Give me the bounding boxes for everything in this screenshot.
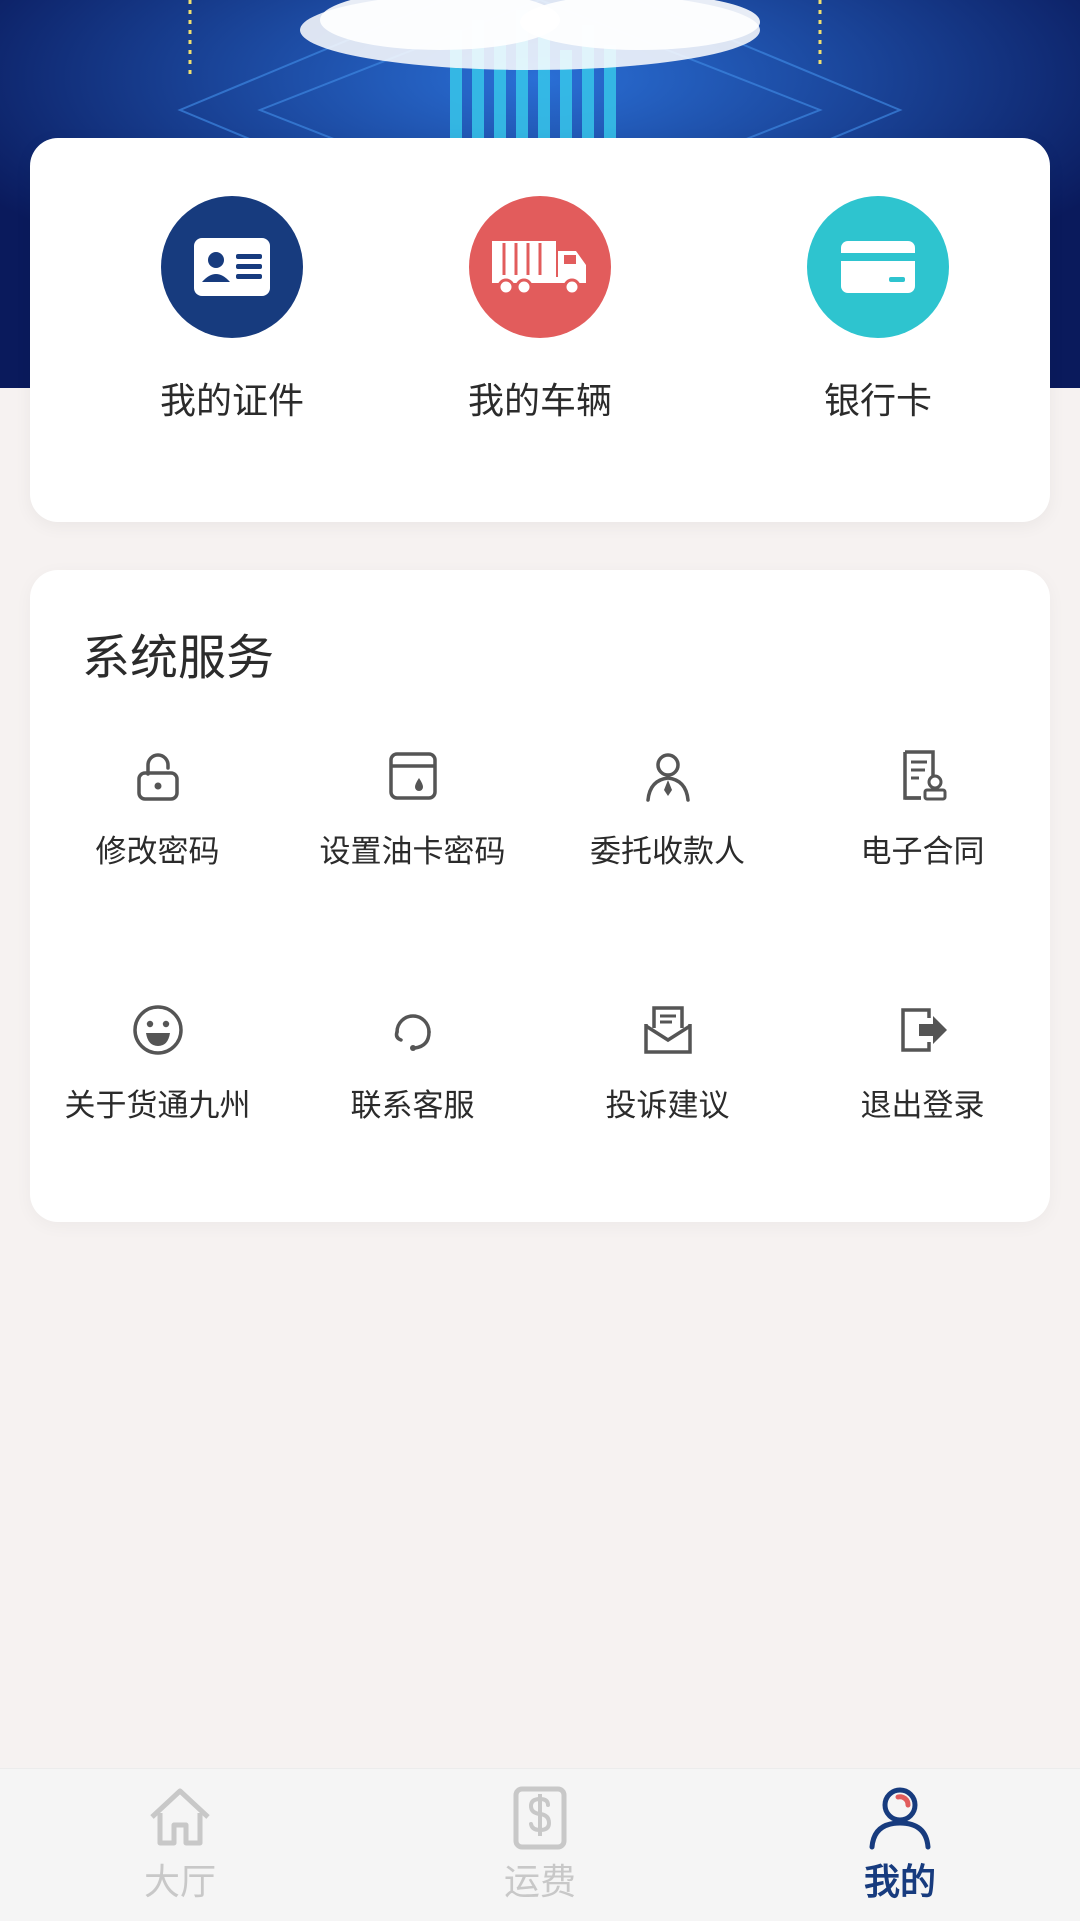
user-icon	[869, 1787, 931, 1850]
truck-icon	[469, 196, 611, 338]
quick-action-bank-card[interactable]: 银行卡	[758, 196, 998, 424]
section-title: 系统服务	[82, 630, 275, 686]
person-tie-icon	[645, 753, 690, 802]
contract-icon	[902, 750, 946, 801]
service-label: 投诉建议	[605, 1088, 730, 1124]
tab-freight[interactable]: 运费	[440, 1783, 640, 1905]
fuel-card-icon	[388, 752, 437, 800]
quick-action-label: 我的车辆	[467, 381, 612, 422]
quick-action-label: 银行卡	[823, 381, 932, 422]
smiley-icon	[132, 1005, 183, 1055]
service-label: 设置油卡密码	[319, 834, 506, 870]
service-e-contract[interactable]: 电子合同	[795, 748, 1050, 871]
quick-action-my-documents[interactable]: 我的证件	[112, 196, 352, 424]
tab-hall[interactable]: 大厅	[80, 1783, 280, 1905]
service-entrusted-payee[interactable]: 委托收款人	[540, 748, 795, 871]
freight-fee-icon	[513, 1786, 567, 1850]
tab-label: 我的	[863, 1862, 936, 1903]
mail-open-icon	[643, 1006, 692, 1054]
service-logout[interactable]: 退出登录	[795, 1002, 1050, 1125]
quick-action-my-vehicles[interactable]: 我的车辆	[420, 196, 660, 424]
tab-mine[interactable]: 我的	[800, 1783, 1000, 1905]
service-label: 退出登录	[860, 1088, 985, 1124]
quick-actions-card: 我的证件 我的车辆 银行卡	[30, 138, 1050, 522]
service-label: 电子合同	[860, 834, 985, 870]
tab-label: 大厅	[143, 1862, 216, 1903]
service-contact-support[interactable]: 联系客服	[285, 1002, 540, 1125]
service-label: 联系客服	[350, 1088, 475, 1124]
service-change-password[interactable]: 修改密码	[30, 748, 285, 871]
service-about[interactable]: 关于货通九州	[30, 1002, 285, 1125]
logout-icon	[900, 1008, 947, 1052]
bottom-tab-bar: 大厅 运费 我的	[0, 1768, 1080, 1921]
service-set-fuel-card-password[interactable]: 设置油卡密码	[285, 748, 540, 871]
quick-action-label: 我的证件	[159, 381, 304, 422]
unlock-icon	[136, 753, 179, 801]
headset-icon	[394, 1014, 431, 1051]
home-icon	[150, 1788, 210, 1846]
service-label: 关于货通九州	[64, 1088, 251, 1124]
system-services-card: 系统服务 修改密码 设置油卡密码 委托收款人 电子合同 关于货通九州 联系客服 …	[30, 570, 1050, 1222]
service-complaints-suggestions[interactable]: 投诉建议	[540, 1002, 795, 1125]
tab-label: 运费	[503, 1862, 576, 1903]
service-label: 委托收款人	[590, 834, 745, 870]
bank-card-icon	[807, 196, 949, 338]
service-label: 修改密码	[95, 834, 220, 870]
id-card-icon	[161, 196, 303, 338]
